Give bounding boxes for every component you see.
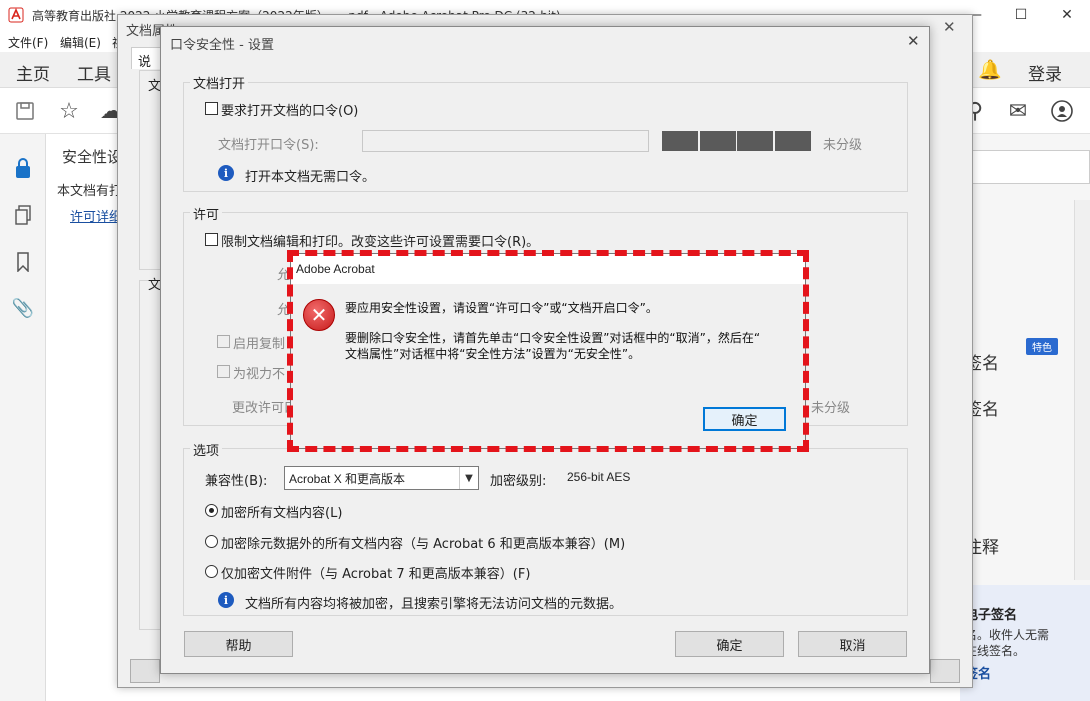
doc-props-group-2 xyxy=(139,280,161,630)
enable-copy-checkbox[interactable] xyxy=(217,335,230,348)
bookmark-icon[interactable] xyxy=(11,250,35,274)
security-panel-desc: 本文档有打 xyxy=(57,184,123,199)
compatibility-label: 兼容性(B): xyxy=(205,474,268,489)
info-icon: i xyxy=(218,165,234,181)
info-icon: i xyxy=(218,592,234,608)
esign-promo-line2: 在线签名。 xyxy=(965,644,1026,658)
close-window-button[interactable]: ✕ xyxy=(1044,0,1090,30)
doc-props-close-icon[interactable]: ✕ xyxy=(943,18,956,36)
menu-edit[interactable]: 编辑(E) xyxy=(60,34,101,51)
pages-icon[interactable] xyxy=(11,203,35,227)
lock-icon[interactable] xyxy=(11,156,35,180)
encrypt-attachments-label: 仅加密文件附件（与 Acrobat 7 和更高版本兼容）(F) xyxy=(221,567,531,582)
bell-icon[interactable]: 🔔 xyxy=(978,58,1002,81)
featured-badge: 特色 xyxy=(1026,338,1058,355)
tab-home[interactable]: 主页 xyxy=(16,60,50,85)
star-icon[interactable]: ☆ xyxy=(56,98,82,124)
encrypt-all-label: 加密所有文档内容(L) xyxy=(221,506,343,521)
restrict-editing-label: 限制文档编辑和打印。改变这些许可设置需要口令(R)。 xyxy=(221,235,540,250)
encryption-level-label: 加密级别: xyxy=(490,474,547,489)
doc-props-cancel-button[interactable] xyxy=(930,659,960,683)
right-panel-scrollbar[interactable] xyxy=(1074,200,1090,580)
security-panel-title: 安全性设 xyxy=(62,148,123,166)
login-button[interactable]: 登录 xyxy=(1028,60,1062,85)
maximize-button[interactable]: ☐ xyxy=(998,0,1044,30)
attachment-icon[interactable]: 📎 xyxy=(11,296,35,320)
doc-props-group-1 xyxy=(139,70,161,270)
permissions-password-strength: 未分级 xyxy=(811,401,851,416)
strength-bar-2 xyxy=(700,131,736,151)
open-password-label: 文档打开口令(S): xyxy=(218,138,319,153)
screen-reader-label: 为视力不 xyxy=(233,367,286,382)
open-password-info-text: 打开本文档无需口令。 xyxy=(245,170,376,185)
encrypt-except-metadata-label: 加密除元数据外的所有文档内容（与 Acrobat 6 和更高版本兼容）(M) xyxy=(221,537,626,552)
open-password-input[interactable] xyxy=(362,130,649,152)
menu-file[interactable]: 文件(F) xyxy=(8,34,48,51)
options-group-label: 选项 xyxy=(190,440,223,459)
permissions-group-label: 许可 xyxy=(190,204,223,223)
tools-search-input[interactable] xyxy=(965,150,1090,184)
strength-bar-4 xyxy=(775,131,811,151)
mail-icon[interactable]: ✉ xyxy=(1005,98,1031,124)
permission-details-link[interactable]: 许可详细 xyxy=(70,206,122,225)
document-open-group-label: 文档打开 xyxy=(190,73,249,92)
password-dialog-title: 口令安全性 - 设置 xyxy=(170,38,274,53)
esign-promo-line1: 名。收件人无需 xyxy=(965,628,1050,642)
encryption-level-value: 256-bit AES xyxy=(567,470,631,484)
encrypt-except-metadata-radio[interactable] xyxy=(205,535,218,548)
open-password-strength: 未分级 xyxy=(823,138,863,153)
save-icon[interactable] xyxy=(12,98,38,124)
acrobat-pdf-icon xyxy=(8,7,24,23)
require-open-password-checkbox[interactable] xyxy=(205,102,218,115)
chevron-down-icon[interactable]: ▼ xyxy=(459,467,478,489)
add-user-icon[interactable] xyxy=(1049,98,1075,124)
cancel-button[interactable]: 取消 xyxy=(798,631,907,657)
options-info-text: 文档所有内容均将被加密，且搜索引擎将无法访问文档的元数据。 xyxy=(245,597,623,612)
strength-bar-1 xyxy=(662,131,698,151)
help-button[interactable]: 帮助 xyxy=(184,631,293,657)
require-open-password-label: 要求打开文档的口令(O) xyxy=(221,104,359,119)
doc-props-help-button[interactable] xyxy=(130,659,160,683)
screen-reader-checkbox[interactable] xyxy=(217,365,230,378)
encrypt-all-radio[interactable] xyxy=(205,504,218,517)
ok-button[interactable]: 确定 xyxy=(675,631,784,657)
encrypt-attachments-radio[interactable] xyxy=(205,565,218,578)
highlight-dashed-border xyxy=(287,250,809,452)
strength-bar-3 xyxy=(737,131,773,151)
password-dialog-close-icon[interactable]: ✕ xyxy=(907,32,920,50)
enable-copy-label: 启用复制 xyxy=(233,337,286,352)
tab-tools[interactable]: 工具 xyxy=(77,60,111,85)
compatibility-select-value: Acrobat X 和更高版本 xyxy=(289,472,406,486)
tab-description[interactable]: 说明 xyxy=(131,47,161,89)
restrict-editing-checkbox[interactable] xyxy=(205,233,218,246)
